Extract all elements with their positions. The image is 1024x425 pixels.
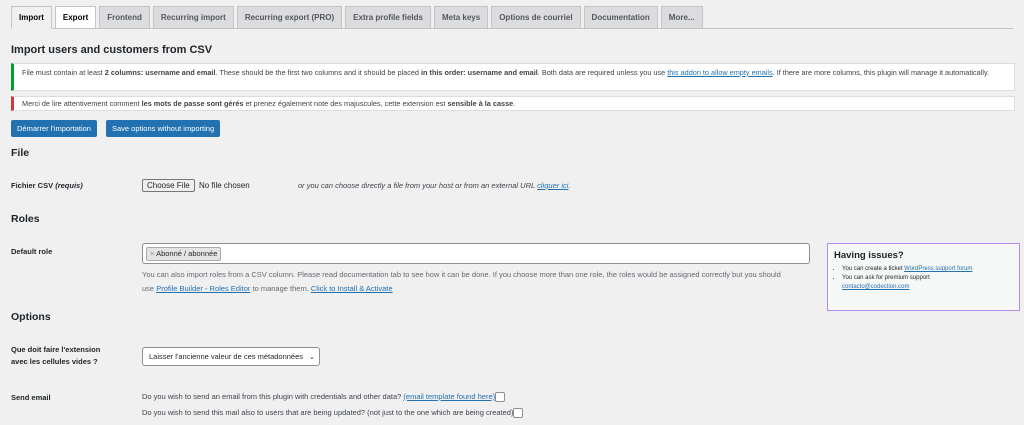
email-link[interactable]: contacto@codection.com (842, 284, 909, 290)
help-item: You can ask for premium support contacto… (842, 274, 1013, 292)
start-import-button[interactable]: Démarrer l'importation (11, 120, 97, 137)
text: or you can choose directly a file from y… (298, 181, 538, 190)
text: to manage them. (250, 284, 311, 293)
text: . (568, 181, 571, 190)
tab-meta-keys[interactable]: Meta keys (433, 6, 489, 28)
addon-link[interactable]: this addon to allow empty emails (667, 68, 772, 77)
remove-role-icon[interactable]: × (150, 249, 154, 258)
text: . Both data are required unless you use (537, 68, 668, 77)
tab-extra-profile-fields[interactable]: Extra profile fields (345, 6, 431, 28)
default-role-select[interactable]: × Abonné / abonnée (142, 243, 810, 264)
text: in this order: username and email (421, 68, 538, 77)
help-item: You can create a ticket WordPress suppor… (842, 265, 1013, 274)
file-heading: File (11, 147, 30, 159)
support-forum-link[interactable]: WordPress support forum (904, 266, 972, 272)
text: les mots de passe sont gérés (141, 99, 244, 108)
click-here-link[interactable]: cliquer ici (537, 181, 568, 190)
page-title: Import users and customers from CSV (11, 44, 213, 56)
chevron-down-icon: ⌄ (308, 352, 316, 361)
tab-export[interactable]: Export (54, 6, 97, 28)
roles-editor-link[interactable]: Profile Builder - Roles Editor (156, 284, 250, 293)
notice-passwords: Merci de lire attentivement comment les … (11, 96, 1015, 111)
send-email-checkbox[interactable] (495, 392, 506, 403)
tab-recurring-export[interactable]: Recurring export (PRO) (236, 6, 343, 28)
options-heading: Options (11, 311, 51, 323)
tab-documentation[interactable]: Documentation (583, 6, 658, 28)
send-updated-option: Do you wish to send this mail also to us… (142, 408, 524, 419)
tab-more[interactable]: More... (660, 6, 703, 28)
roles-description: You can also import roles from a CSV col… (142, 268, 792, 296)
send-email-label: Send email (11, 393, 51, 402)
external-url-hint: or you can choose directly a file from y… (298, 181, 571, 190)
text: You can ask for premium support (842, 275, 930, 281)
tab-options-courriel[interactable]: Options de courriel (491, 6, 581, 28)
help-box: Having issues? You can create a ticket W… (827, 243, 1020, 311)
roles-heading: Roles (11, 213, 40, 225)
notice-columns: File must contain at least 2 columns: us… (11, 63, 1015, 91)
tab-import[interactable]: Import (11, 6, 52, 29)
text: Do you wish to send this mail also to us… (142, 408, 514, 417)
text: et prenez également note des majuscules,… (243, 99, 448, 108)
empty-cells-label: Que doit faire l'extension avec les cell… (11, 345, 101, 366)
text: Abonné / abonnée (156, 249, 218, 258)
tab-bar: Import Export Frontend Recurring import … (11, 6, 1013, 29)
send-email-option: Do you wish to send an email from this p… (142, 392, 506, 403)
role-chip: × Abonné / abonnée (146, 247, 222, 261)
empty-cells-select[interactable]: Laisser l'ancienne valeur de ces métadon… (142, 347, 321, 366)
tab-recurring-import[interactable]: Recurring import (152, 6, 234, 28)
text: File must contain at least (22, 68, 105, 77)
save-options-button[interactable]: Save options without importing (106, 120, 221, 137)
text: Laisser l'ancienne valeur de ces métadon… (149, 352, 304, 361)
tab-frontend[interactable]: Frontend (99, 6, 150, 28)
text: Do you wish to send an email from this p… (142, 392, 404, 401)
no-file-text: No file chosen (199, 181, 250, 190)
text: Fichier CSV (11, 181, 54, 190)
email-template-link[interactable]: (email template found here) (403, 392, 495, 401)
text: 2 columns: username and email (104, 68, 216, 77)
text: Merci de lire attentivement comment (22, 99, 142, 108)
text: . If there are more columns, this plugin… (772, 68, 990, 77)
send-updated-checkbox[interactable] (513, 408, 524, 419)
default-role-label: Default role (11, 247, 53, 256)
help-title: Having issues? (834, 250, 904, 261)
text: You can create a ticket (842, 266, 905, 272)
text: sensible à la casse (447, 99, 514, 108)
text: (requis) (55, 181, 83, 190)
text: . These should be the first two columns … (215, 68, 421, 77)
choose-file-button[interactable]: Choose File (142, 179, 195, 192)
csv-file-label: Fichier CSV (requis) (11, 180, 83, 192)
install-activate-link[interactable]: Click to Install & Activate (311, 284, 393, 293)
text: . (513, 99, 516, 108)
